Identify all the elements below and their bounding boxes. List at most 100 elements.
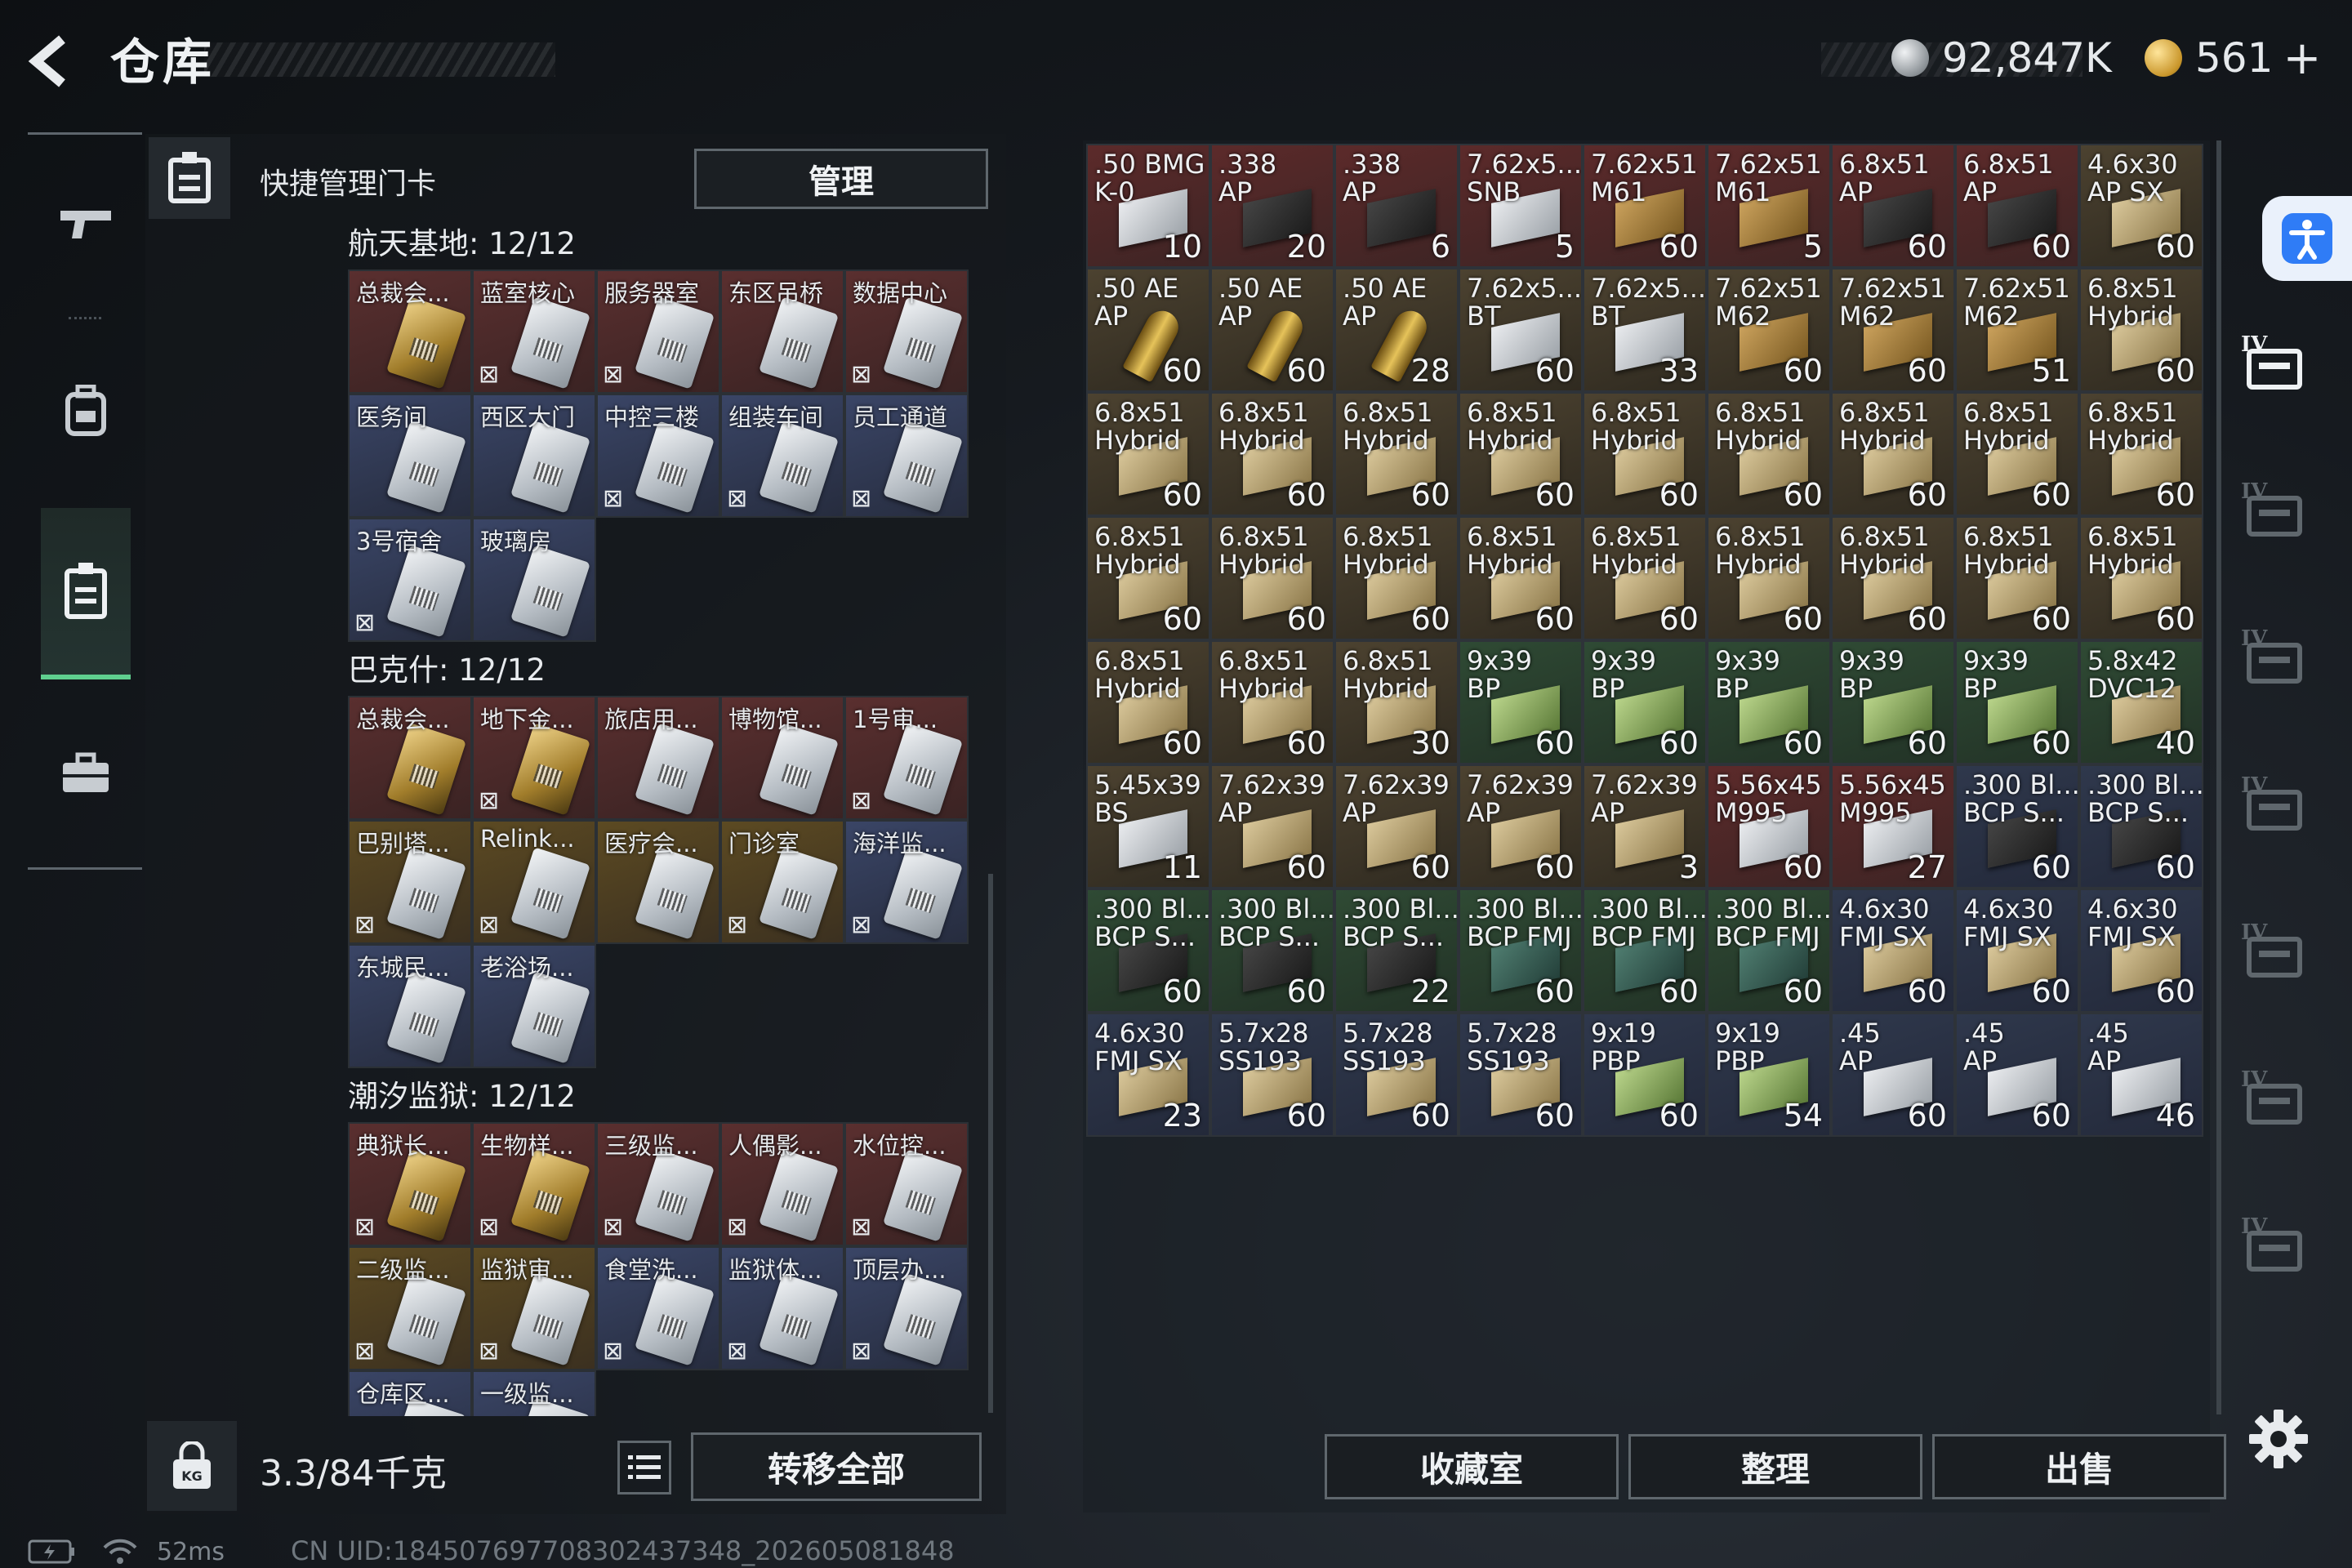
ammo-slot[interactable]: 6.8x51 Hybrid 60 bbox=[1955, 392, 2079, 516]
settings-button[interactable] bbox=[2246, 1406, 2311, 1472]
ammo-slot[interactable]: 6.8x51 Hybrid 60 bbox=[1955, 516, 2079, 640]
ammo-slot[interactable]: 6.8x51 Hybrid 60 bbox=[1334, 516, 1459, 640]
ammo-slot[interactable]: 5.7x28 SS193 60 bbox=[1334, 1013, 1459, 1137]
ammo-slot[interactable]: 7.62x51 M62 51 bbox=[1955, 268, 2079, 392]
keycard-slot[interactable]: 数据中心 ⊠ bbox=[844, 270, 969, 394]
container-icon[interactable]: IV bbox=[2238, 1209, 2316, 1282]
keycard-slot[interactable]: 监狱审... ⊠ bbox=[472, 1246, 596, 1370]
ammo-slot[interactable]: 6.8x51 Hybrid 60 bbox=[1210, 640, 1334, 764]
keycard-slot[interactable]: 典狱长... ⊠ bbox=[348, 1122, 472, 1246]
nav-backpack[interactable] bbox=[41, 366, 131, 456]
keycard-slot[interactable]: 蓝室核心 ⊠ bbox=[472, 270, 596, 394]
keycard-slot[interactable]: 一级监... bbox=[472, 1370, 596, 1416]
ammo-slot[interactable]: .300 Bl... BCP FMJ 60 bbox=[1583, 889, 1707, 1013]
ammo-slot[interactable]: 4.6x30 AP SX 60 bbox=[2079, 144, 2203, 268]
keycard-slot[interactable]: 组装车间 ⊠ bbox=[720, 394, 844, 518]
ammo-slot[interactable]: 9x39 BP 60 bbox=[1707, 640, 1831, 764]
ammo-slot[interactable]: 6.8x51 Hybrid 30 bbox=[1334, 640, 1459, 764]
keycard-slot[interactable]: 服务器室 ⊠ bbox=[596, 270, 720, 394]
ammo-slot[interactable]: 9x39 BP 60 bbox=[1831, 640, 1955, 764]
ammo-slot[interactable]: 7.62x39 AP 60 bbox=[1334, 764, 1459, 889]
keycard-slot[interactable]: 老浴场... bbox=[472, 944, 596, 1068]
ammo-slot[interactable]: .50 BMG K-0 10 bbox=[1086, 144, 1210, 268]
gold-currency[interactable]: 561 + bbox=[2145, 31, 2321, 85]
ammo-slot[interactable]: .45 AP 60 bbox=[1831, 1013, 1955, 1137]
ammo-slot[interactable]: .300 Bl... BCP S... 22 bbox=[1334, 889, 1459, 1013]
ammo-slot[interactable]: 9x39 BP 60 bbox=[1459, 640, 1583, 764]
keycard-slot[interactable]: 东城民... bbox=[348, 944, 472, 1068]
ammo-slot[interactable]: 5.8x42 DVC12 40 bbox=[2079, 640, 2203, 764]
ammo-slot[interactable]: 6.8x51 Hybrid 60 bbox=[1334, 392, 1459, 516]
keycard-slot[interactable]: 西区大门 bbox=[472, 394, 596, 518]
ammo-slot[interactable]: 6.8x51 Hybrid 60 bbox=[1583, 392, 1707, 516]
ammo-slot[interactable]: 6.8x51 Hybrid 60 bbox=[1086, 640, 1210, 764]
ammo-slot[interactable]: 6.8x51 Hybrid 60 bbox=[1707, 392, 1831, 516]
ammo-slot[interactable]: 9x39 BP 60 bbox=[1583, 640, 1707, 764]
ammo-slot[interactable]: 7.62x51 M62 60 bbox=[1831, 268, 1955, 392]
container-icon[interactable]: IV bbox=[2238, 327, 2316, 400]
ammo-slot[interactable]: .50 AE AP 60 bbox=[1086, 268, 1210, 392]
keycard-slot[interactable]: 食堂洗... ⊠ bbox=[596, 1246, 720, 1370]
keycard-slot[interactable]: 3号宿舍 ⊠ bbox=[348, 518, 472, 642]
storage-scrollbar[interactable] bbox=[2216, 140, 2221, 1414]
ammo-slot[interactable]: 7.62x39 AP 60 bbox=[1210, 764, 1334, 889]
keycard-slot[interactable]: 人偶影... ⊠ bbox=[720, 1122, 844, 1246]
keycard-slot[interactable]: 总裁会... bbox=[348, 696, 472, 820]
ammo-slot[interactable]: 4.6x30 FMJ SX 60 bbox=[1955, 889, 2079, 1013]
ammo-slot[interactable]: .50 AE AP 60 bbox=[1210, 268, 1334, 392]
transfer-all-button[interactable]: 转移全部 bbox=[691, 1432, 982, 1501]
ammo-slot[interactable]: .50 AE AP 28 bbox=[1334, 268, 1459, 392]
list-view-button[interactable] bbox=[617, 1441, 671, 1494]
ammo-slot[interactable]: 4.6x30 FMJ SX 60 bbox=[2079, 889, 2203, 1013]
ammo-slot[interactable]: .300 Bl... BCP FMJ 60 bbox=[1707, 889, 1831, 1013]
container-icon[interactable]: IV bbox=[2238, 1062, 2316, 1135]
ammo-slot[interactable]: 6.8x51 AP 60 bbox=[1831, 144, 1955, 268]
ammo-slot[interactable]: 5.56x45 M995 27 bbox=[1831, 764, 1955, 889]
back-button[interactable] bbox=[24, 33, 82, 90]
nav-briefcase[interactable] bbox=[41, 728, 131, 818]
keycard-slot[interactable]: 医疗会... bbox=[596, 820, 720, 944]
ammo-slot[interactable]: 6.8x51 Hybrid 60 bbox=[1831, 392, 1955, 516]
ammo-slot[interactable]: 7.62x51 M61 60 bbox=[1583, 144, 1707, 268]
add-currency-button[interactable]: + bbox=[2283, 32, 2321, 85]
keycard-slot[interactable]: 监狱体... ⊠ bbox=[720, 1246, 844, 1370]
keycard-slot[interactable]: 三级监... ⊠ bbox=[596, 1122, 720, 1246]
ammo-slot[interactable]: 5.56x45 M995 60 bbox=[1707, 764, 1831, 889]
accessibility-button[interactable] bbox=[2262, 196, 2352, 281]
ammo-slot[interactable]: 6.8x51 Hybrid 60 bbox=[1831, 516, 1955, 640]
keycard-slot[interactable]: Relink... ⊠ bbox=[472, 820, 596, 944]
ammo-slot[interactable]: 6.8x51 Hybrid 60 bbox=[2079, 516, 2203, 640]
ammo-slot[interactable]: 6.8x51 Hybrid 60 bbox=[2079, 268, 2203, 392]
ammo-slot[interactable]: 7.62x5... BT 33 bbox=[1583, 268, 1707, 392]
ammo-slot[interactable]: 7.62x5... BT 60 bbox=[1459, 268, 1583, 392]
ammo-slot[interactable]: 6.8x51 Hybrid 60 bbox=[1086, 516, 1210, 640]
keycard-slot[interactable]: 员工通道 ⊠ bbox=[844, 394, 969, 518]
ammo-slot[interactable]: 6.8x51 Hybrid 60 bbox=[1583, 516, 1707, 640]
container-icon[interactable]: IV bbox=[2238, 474, 2316, 547]
ammo-slot[interactable]: .338 AP 6 bbox=[1334, 144, 1459, 268]
keycard-slot[interactable]: 海洋监... ⊠ bbox=[844, 820, 969, 944]
keycard-slot[interactable]: 地下金... ⊠ bbox=[472, 696, 596, 820]
ammo-slot[interactable]: 6.8x51 Hybrid 60 bbox=[1459, 392, 1583, 516]
ammo-slot[interactable]: .45 AP 46 bbox=[2079, 1013, 2203, 1137]
keycard-slot[interactable]: 生物样... ⊠ bbox=[472, 1122, 596, 1246]
silver-currency[interactable]: 92,847K bbox=[1891, 31, 2112, 85]
keycard-scrollbar[interactable] bbox=[988, 874, 993, 1413]
ammo-slot[interactable]: 5.7x28 SS193 60 bbox=[1459, 1013, 1583, 1137]
container-icon[interactable]: IV bbox=[2238, 768, 2316, 841]
ammo-slot[interactable]: 6.8x51 Hybrid 60 bbox=[1459, 516, 1583, 640]
ammo-slot[interactable]: .300 Bl... BCP S... 60 bbox=[2079, 764, 2203, 889]
weight-lock-button[interactable]: KG bbox=[147, 1421, 237, 1511]
ammo-slot[interactable]: 4.6x30 FMJ SX 60 bbox=[1831, 889, 1955, 1013]
keycard-slot[interactable]: 巴别塔... ⊠ bbox=[348, 820, 472, 944]
container-icon[interactable]: IV bbox=[2238, 621, 2316, 694]
ammo-slot[interactable]: 6.8x51 AP 60 bbox=[1955, 144, 2079, 268]
nav-weapons[interactable] bbox=[41, 178, 131, 268]
ammo-slot[interactable]: 6.8x51 Hybrid 60 bbox=[1086, 392, 1210, 516]
keycard-slot[interactable]: 水位控... ⊠ bbox=[844, 1122, 969, 1246]
ammo-slot[interactable]: 6.8x51 Hybrid 60 bbox=[1707, 516, 1831, 640]
sell-button[interactable]: 出售 bbox=[1932, 1434, 2226, 1499]
ammo-slot[interactable]: 6.8x51 Hybrid 60 bbox=[2079, 392, 2203, 516]
ammo-slot[interactable]: 9x19 PBP 54 bbox=[1707, 1013, 1831, 1137]
ammo-slot[interactable]: 9x19 PBP 60 bbox=[1583, 1013, 1707, 1137]
